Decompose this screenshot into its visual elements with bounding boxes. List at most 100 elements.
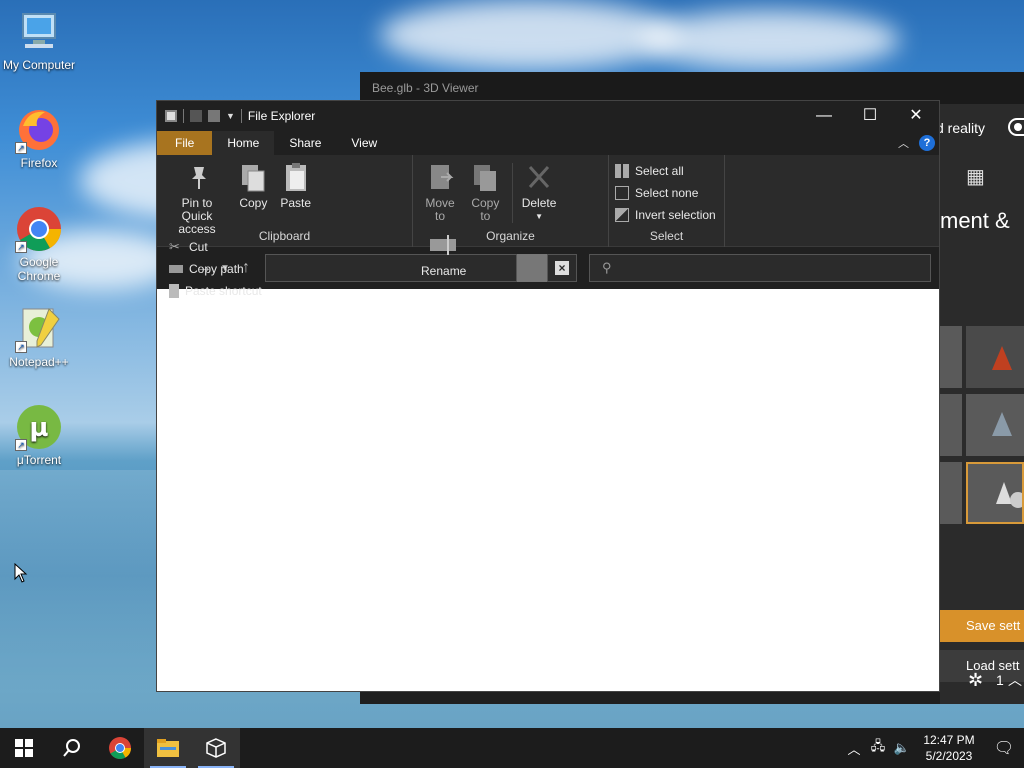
environment-thumb[interactable] [940,462,962,524]
copy-button[interactable]: Copy [236,159,270,210]
network-icon[interactable]: 🖧 [866,737,890,759]
mouse-cursor-icon [14,563,28,583]
copy-icon [238,161,268,193]
desktop-icon-my-computer[interactable]: My Computer [1,8,77,72]
clipboard-group: Pin to Quick access Copy Paste ✂ Cut Copy… [157,155,413,298]
search-input[interactable]: ⚲ [589,254,931,282]
invert-selection-icon [615,208,629,222]
environment-thumb-selected[interactable] [966,462,1024,524]
paste-icon [281,161,311,193]
address-dropdown[interactable] [517,254,547,282]
save-settings-button[interactable]: Save sett [940,610,1024,642]
copy-path-icon [169,265,183,273]
file-explorer-window[interactable]: ▼ File Explorer — ☐ ✕ File Home Share Vi… [156,100,940,692]
grid-icon[interactable]: ▦ [966,164,985,189]
volume-icon[interactable]: 🔈 [890,740,914,756]
folder-icon [157,739,179,757]
notification-icon[interactable]: 🗨 [984,738,1024,758]
desktop-icon-firefox[interactable]: ↗ Firefox [1,106,77,170]
select-all-button[interactable]: Select all [615,160,718,182]
clock-date: 5/2/2023 [925,749,973,763]
clipboard-label: Clipboard [258,229,311,243]
clear-icon: × [555,261,569,275]
file-list-area[interactable] [157,289,939,691]
firefox-icon: ↗ [15,106,63,154]
search-icon [63,739,80,757]
paste-shortcut-button[interactable]: Paste shortcut [169,280,262,302]
organize-group: Move to Copy to Delete ▼ Rename Organize [413,155,609,278]
ribbon: Pin to Quick access Copy Paste ✂ Cut Copy… [157,155,939,298]
notepadpp-icon: ↗ [15,305,63,353]
chrome-icon [109,737,131,759]
search-icon: ⚲ [602,260,612,275]
address-bar-row: ← → ▼ ↑ × ⚲ [157,247,939,289]
move-to-button[interactable]: Move to [421,159,459,223]
copy-path-button[interactable]: Copy path [169,258,262,280]
delete-icon [524,161,554,193]
maximize-button[interactable]: ☐ [847,101,893,131]
window-title: File Explorer [247,109,316,123]
clear-address-button[interactable]: × [547,254,577,282]
pin-quick-access-button[interactable]: Pin to Quick access [165,159,229,236]
chrome-icon: ↗ [15,205,63,253]
taskbar-3d-viewer[interactable] [192,728,240,768]
tab-share[interactable]: Share [274,131,336,155]
taskbar-file-explorer[interactable] [144,728,192,768]
tab-file[interactable]: File [157,131,213,155]
select-group: Select all Select none Invert selection … [609,155,725,247]
clock[interactable]: 12:47 PM 5/2/2023 [914,732,984,764]
environment-thumb[interactable] [940,394,962,456]
3d-cube-icon [206,738,226,758]
desktop-icon-label: μTorrent [16,453,62,467]
desktop-icon-label: My Computer [2,58,76,72]
select-none-button[interactable]: Select none [615,182,718,204]
chevron-up-icon[interactable]: ︿ [1008,670,1022,690]
lighting-icon[interactable]: ✲ [968,670,983,691]
taskbar: ︿ 🖧 🔈 12:47 PM 5/2/2023 🗨 [0,728,1024,768]
close-button[interactable]: ✕ [893,101,939,131]
environment-thumb[interactable] [966,394,1024,456]
minimize-button[interactable]: — [801,101,847,131]
new-folder-icon[interactable] [208,110,220,122]
clock-time: 12:47 PM [923,733,975,747]
title-bar[interactable]: ▼ File Explorer — ☐ ✕ [157,101,939,131]
select-all-icon [615,164,629,178]
taskbar-chrome[interactable] [96,728,144,768]
copy-to-button[interactable]: Copy to [466,159,504,223]
settings-heading: ment & [940,208,1010,233]
environment-thumb[interactable] [966,326,1024,388]
invert-selection-button[interactable]: Invert selection [615,204,718,226]
organize-label: Organize [486,229,535,243]
explorer-icon [165,110,177,122]
move-to-icon [425,161,455,193]
paste-shortcut-icon [169,284,179,298]
ribbon-tabs: File Home Share View ︿ ? [157,131,939,155]
show-hidden-icons-chevron-icon[interactable]: ︿ [842,739,866,758]
environment-thumb[interactable] [940,326,962,388]
desktop-icon-utorrent[interactable]: µ ↗ μTorrent [1,403,77,467]
collapse-ribbon-icon[interactable]: ︿ [898,135,909,151]
tab-view[interactable]: View [336,131,392,155]
start-button[interactable] [0,728,48,768]
paste-button[interactable]: Paste [278,159,314,210]
desktop-icon-notepadpp[interactable]: ↗ Notepad++ [1,305,77,369]
svg-text:µ: µ [29,413,48,443]
tab-home[interactable]: Home [212,131,275,155]
windows-icon [15,739,33,757]
help-icon[interactable]: ? [919,135,935,151]
desktop-icon-label: Firefox [20,156,58,170]
customize-qat-icon[interactable]: ▼ [226,111,235,121]
desktop-icon-chrome[interactable]: ↗ Google Chrome [1,205,77,283]
search-button[interactable] [48,728,96,768]
copy-to-icon [470,161,500,193]
lights-count: 1 [996,672,1004,688]
mixed-reality-toggle[interactable] [1008,118,1024,136]
delete-button[interactable]: Delete ▼ [520,159,558,223]
properties-icon[interactable] [190,110,202,122]
mixed-reality-label: d reality [940,120,986,136]
utorrent-icon: µ ↗ [15,403,63,451]
system-tray: ︿ 🖧 🔈 12:47 PM 5/2/2023 🗨 [842,728,1024,768]
select-none-icon [615,186,629,200]
pin-icon [182,161,212,193]
address-input[interactable] [265,254,517,282]
